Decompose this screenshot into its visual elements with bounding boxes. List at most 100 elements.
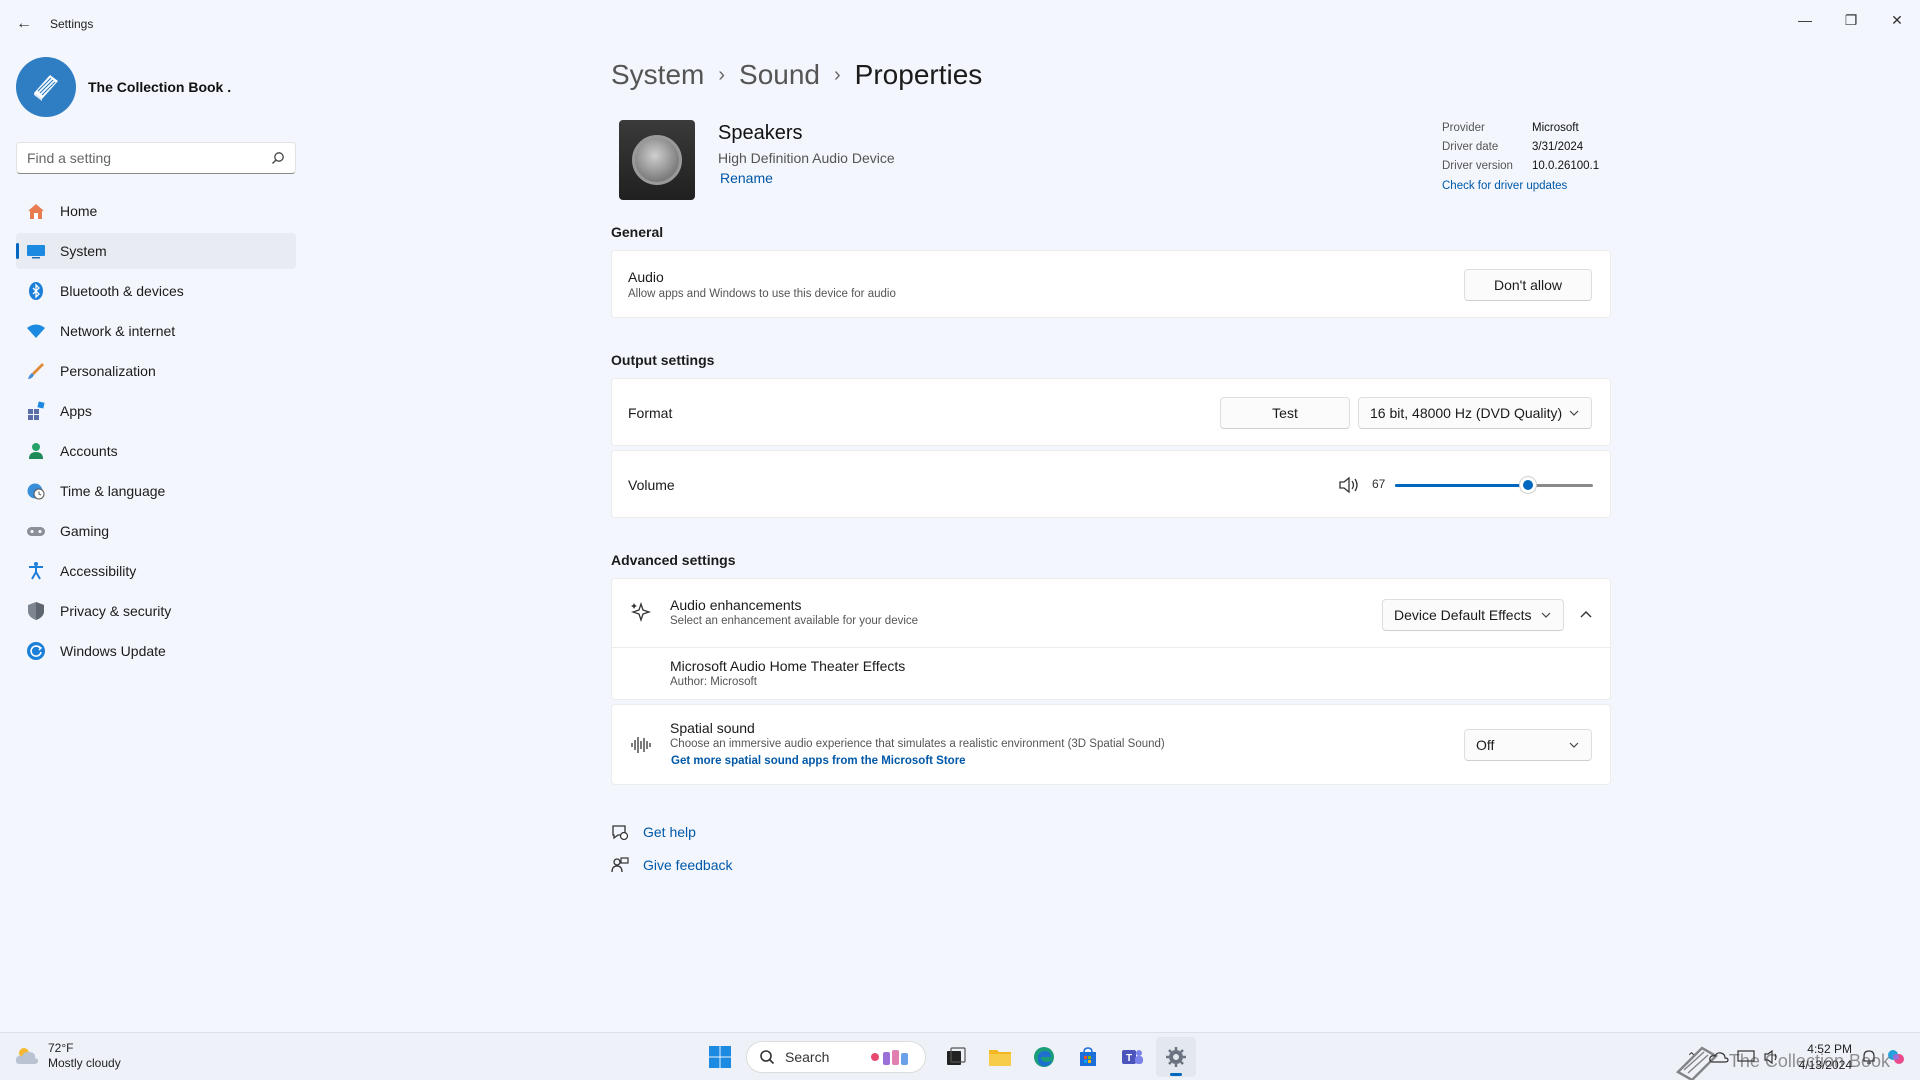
driver-value: 3/31/2024 [1532, 141, 1584, 153]
breadcrumb-sound[interactable]: Sound [739, 59, 820, 91]
feedback-row[interactable]: Give feedback [611, 848, 1611, 881]
help-links: Get help Give feedback [611, 815, 1611, 881]
search-icon[interactable] [271, 151, 285, 165]
sidebar-nav: Home System Bluetooth & devices Network … [16, 193, 296, 673]
back-arrow-icon[interactable]: ← [14, 14, 34, 34]
edge-button[interactable] [1024, 1037, 1064, 1077]
accessibility-icon [26, 561, 46, 581]
sidebar-item-accessibility[interactable]: Accessibility [16, 553, 296, 589]
taskbar-apps: Search T [698, 1037, 1198, 1077]
cloud-icon [15, 1048, 39, 1064]
enhancements-card: Audio enhancements Select an enhancement… [611, 578, 1611, 700]
title-bar: ← Settings — ❐ ✕ [0, 0, 1920, 48]
sidebar-item-label: Windows Update [60, 643, 166, 659]
format-dropdown[interactable]: 16 bit, 48000 Hz (DVD Quality) [1358, 397, 1592, 429]
driver-info: Provider Microsoft Driver date 3/31/2024 D… [1442, 122, 1599, 192]
sidebar-item-accounts[interactable]: Accounts [16, 433, 296, 469]
sidebar-item-apps[interactable]: Apps [16, 393, 296, 429]
dont-allow-button[interactable]: Don't allow [1464, 269, 1592, 301]
sidebar-item-label: Home [60, 203, 98, 219]
sidebar-item-system[interactable]: System [16, 233, 296, 269]
svg-text:T: T [1126, 1053, 1132, 1064]
chevron-right-icon: › [834, 63, 841, 86]
gamepad-icon [26, 521, 46, 541]
speaker-icon [619, 120, 695, 200]
update-icon [26, 641, 46, 661]
close-button[interactable]: ✕ [1874, 6, 1920, 34]
restore-button[interactable]: ❐ [1828, 6, 1874, 34]
weather-condition: Mostly cloudy [48, 1056, 121, 1070]
monitor-icon [26, 241, 46, 261]
teams-icon: T [1122, 1050, 1143, 1064]
driver-key: Provider [1442, 122, 1485, 134]
format-selected: 16 bit, 48000 Hz (DVD Quality) [1370, 405, 1563, 421]
task-view-button[interactable] [936, 1037, 976, 1077]
test-button[interactable]: Test [1220, 397, 1350, 429]
breadcrumb-system[interactable]: System [611, 59, 704, 91]
sparkle-icon [630, 601, 652, 623]
sidebar-item-bluetooth[interactable]: Bluetooth & devices [16, 273, 296, 309]
sidebar-item-label: System [60, 243, 107, 259]
search-box[interactable] [16, 142, 296, 174]
volume-slider-thumb[interactable] [1518, 476, 1537, 494]
volume-value: 67 [1372, 477, 1386, 491]
watermark-text: The Collection Book [1728, 1050, 1890, 1071]
page-title: Properties [854, 59, 983, 90]
sidebar-item-windows-update[interactable]: Windows Update [16, 633, 296, 669]
get-help-row[interactable]: Get help [611, 815, 1611, 848]
globe-clock-icon [26, 481, 46, 501]
edge-icon [1034, 1047, 1054, 1067]
chevron-down-icon [1569, 742, 1579, 748]
driver-update-link[interactable]: Check for driver updates [1442, 180, 1599, 192]
main-content: System › Sound › Properties Speakers Hig… [611, 54, 1611, 881]
device-header: Speakers High Definition Audio Device Re… [611, 120, 1611, 216]
give-feedback-link[interactable]: Give feedback [643, 857, 733, 873]
sidebar-item-privacy[interactable]: Privacy & security [16, 593, 296, 629]
sidebar-item-label: Privacy & security [60, 603, 172, 619]
watermark: The Collection Book [1672, 1042, 1890, 1080]
file-explorer-button[interactable] [980, 1037, 1020, 1077]
chevron-down-icon [1569, 410, 1579, 416]
effect-author: Author: Microsoft [670, 676, 757, 688]
wifi-icon [26, 321, 46, 341]
sidebar-item-gaming[interactable]: Gaming [16, 513, 296, 549]
gear-icon [1166, 1047, 1186, 1067]
windows-logo-icon [709, 1046, 731, 1068]
sidebar-item-network[interactable]: Network & internet [16, 313, 296, 349]
spatial-store-link[interactable]: Get more spatial sound apps from the Mic… [671, 755, 966, 767]
sidebar-item-label: Gaming [60, 523, 110, 539]
store-button[interactable] [1068, 1037, 1108, 1077]
sidebar-item-label: Time & language [60, 483, 166, 499]
taskbar-search[interactable]: Search [746, 1041, 926, 1073]
sidebar-item-home[interactable]: Home [16, 193, 296, 229]
teams-button[interactable]: T [1112, 1037, 1152, 1077]
start-button[interactable] [700, 1037, 740, 1077]
breadcrumb: System › Sound › Properties [611, 54, 1611, 96]
enhancements-dropdown[interactable]: Device Default Effects [1382, 599, 1564, 631]
chevron-right-icon: › [718, 63, 726, 86]
settings-taskbar-button[interactable] [1156, 1037, 1196, 1077]
home-icon [26, 201, 46, 221]
sound-wave-icon [631, 737, 651, 753]
audio-card: Audio Allow apps and Windows to use this… [611, 250, 1611, 318]
sidebar-item-time-language[interactable]: Time & language [16, 473, 296, 509]
weather-widget[interactable]: 72°F Mostly cloudy [14, 1041, 121, 1071]
minimize-button[interactable]: — [1782, 6, 1828, 34]
audio-label: Audio [628, 269, 664, 285]
volume-icon[interactable] [1338, 475, 1360, 495]
driver-key: Driver date [1442, 141, 1499, 153]
chevron-up-icon[interactable] [1580, 609, 1592, 621]
search-highlight-icon [869, 1048, 913, 1068]
sidebar-item-label: Personalization [60, 363, 156, 379]
divider [612, 647, 1610, 648]
feedback-icon [611, 856, 629, 872]
volume-slider-fill [1395, 484, 1528, 487]
get-help-link[interactable]: Get help [643, 824, 696, 840]
rename-link[interactable]: Rename [720, 170, 773, 186]
folder-icon [989, 1050, 1011, 1066]
spatial-sound-dropdown[interactable]: Off [1464, 729, 1592, 761]
sidebar-item-label: Bluetooth & devices [60, 283, 184, 299]
search-input[interactable] [17, 143, 257, 173]
user-profile[interactable]: The Collection Book . [16, 56, 231, 118]
sidebar-item-personalization[interactable]: Personalization [16, 353, 296, 389]
